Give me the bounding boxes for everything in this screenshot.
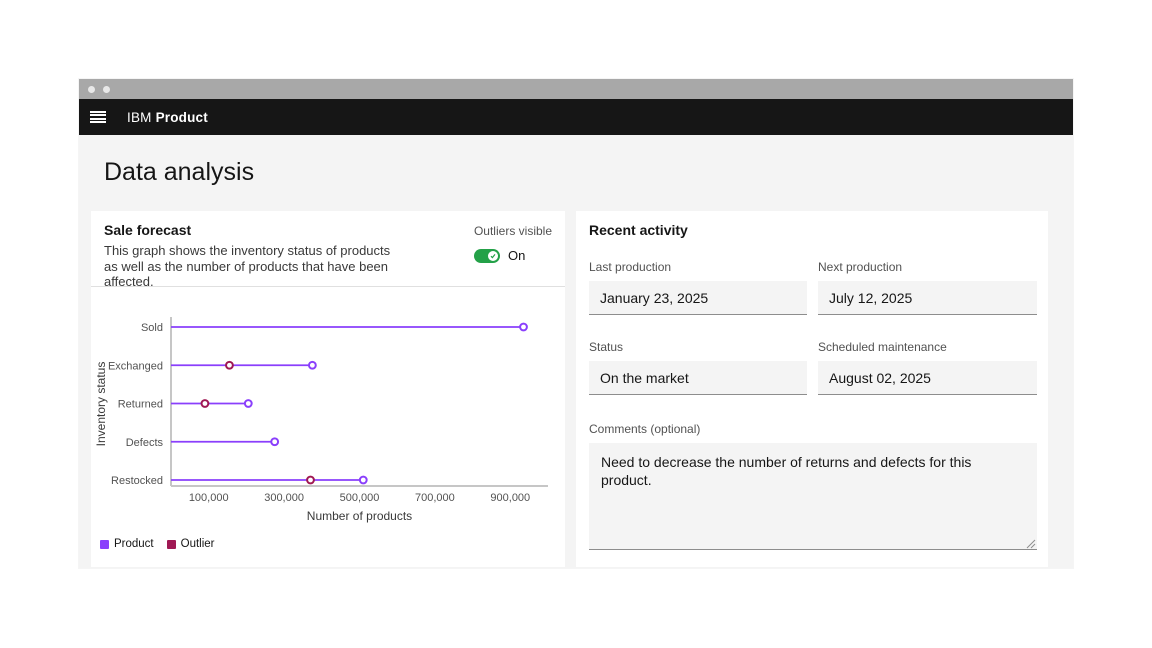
legend-label-product: Product xyxy=(114,538,154,550)
check-icon xyxy=(490,253,496,259)
legend-label-outlier: Outlier xyxy=(181,538,215,550)
comments-label: Comments (optional) xyxy=(589,422,1037,436)
page-title: Data analysis xyxy=(104,158,1061,187)
app-header: IBM Product xyxy=(79,99,1073,135)
svg-text:Inventory status: Inventory status xyxy=(94,362,108,447)
scheduled-maintenance-input[interactable] xyxy=(818,361,1037,395)
field-scheduled-maintenance: Scheduled maintenance xyxy=(818,340,1037,395)
outliers-toggle[interactable] xyxy=(474,249,500,263)
outliers-toggle-label: Outliers visible xyxy=(474,224,552,238)
last-production-label: Last production xyxy=(589,260,807,274)
field-next-production: Next production xyxy=(818,260,1037,315)
legend-item-product[interactable]: Product xyxy=(100,538,154,550)
svg-text:Returned: Returned xyxy=(118,399,163,411)
outliers-toggle-area: Outliers visible On xyxy=(474,222,552,286)
window-dot-1[interactable] xyxy=(88,86,95,93)
svg-text:Defects: Defects xyxy=(126,437,164,449)
brand: IBM Product xyxy=(127,110,208,125)
cards-row: Sale forecast This graph shows the inven… xyxy=(91,211,1061,567)
menu-icon[interactable] xyxy=(90,111,106,123)
chart-legend: Product Outlier xyxy=(100,538,215,550)
brand-name: Product xyxy=(156,110,208,125)
svg-text:900,000: 900,000 xyxy=(490,492,530,504)
scheduled-maintenance-label: Scheduled maintenance xyxy=(818,340,1037,354)
next-production-label: Next production xyxy=(818,260,1037,274)
status-label: Status xyxy=(589,340,807,354)
window-dot-2[interactable] xyxy=(103,86,110,93)
sale-forecast-title: Sale forecast xyxy=(104,222,396,239)
svg-text:700,000: 700,000 xyxy=(415,492,455,504)
sale-forecast-description: This graph shows the inventory status of… xyxy=(104,243,396,290)
field-status: Status xyxy=(589,340,807,395)
status-input[interactable] xyxy=(589,361,807,395)
sale-forecast-header: Sale forecast This graph shows the inven… xyxy=(91,211,565,287)
toggle-knob xyxy=(488,251,498,261)
brand-prefix: IBM xyxy=(127,110,152,125)
recent-activity-title: Recent activity xyxy=(589,222,1037,239)
svg-text:300,000: 300,000 xyxy=(264,492,304,504)
outliers-toggle-row: On xyxy=(474,248,552,263)
field-last-production: Last production xyxy=(589,260,807,315)
last-production-input[interactable] xyxy=(589,281,807,315)
app-window: IBM Product Data analysis Sale forecast … xyxy=(79,79,1073,568)
comments-textarea[interactable]: Need to decrease the number of returns a… xyxy=(589,443,1037,550)
forecast-lollipop-chart: Sold Exchanged Returned Defects Restocked 100… xyxy=(91,287,565,567)
page-content: Data analysis Sale forecast This graph s… xyxy=(79,135,1073,568)
recent-activity-card: Recent activity Last production Next pro… xyxy=(576,211,1048,567)
svg-text:Exchanged: Exchanged xyxy=(108,360,163,372)
outliers-toggle-state: On xyxy=(508,248,525,263)
svg-text:Restocked: Restocked xyxy=(111,475,163,487)
svg-text:100,000: 100,000 xyxy=(189,492,229,504)
svg-text:500,000: 500,000 xyxy=(340,492,380,504)
comments-block: Comments (optional) Need to decrease the… xyxy=(589,422,1037,555)
sale-forecast-card: Sale forecast This graph shows the inven… xyxy=(91,211,565,567)
svg-text:Sold: Sold xyxy=(141,322,163,334)
legend-item-outlier[interactable]: Outlier xyxy=(167,538,215,550)
product-swatch-icon xyxy=(100,540,109,549)
forecast-chart-area: Sold Exchanged Returned Defects Restocked 100… xyxy=(91,287,565,567)
outlier-swatch-icon xyxy=(167,540,176,549)
window-titlebar xyxy=(79,79,1073,99)
fields-grid: Last production Next production Status S… xyxy=(589,260,1037,395)
sale-forecast-text: Sale forecast This graph shows the inven… xyxy=(104,222,396,286)
svg-text:Number of products: Number of products xyxy=(307,509,412,523)
next-production-input[interactable] xyxy=(818,281,1037,315)
